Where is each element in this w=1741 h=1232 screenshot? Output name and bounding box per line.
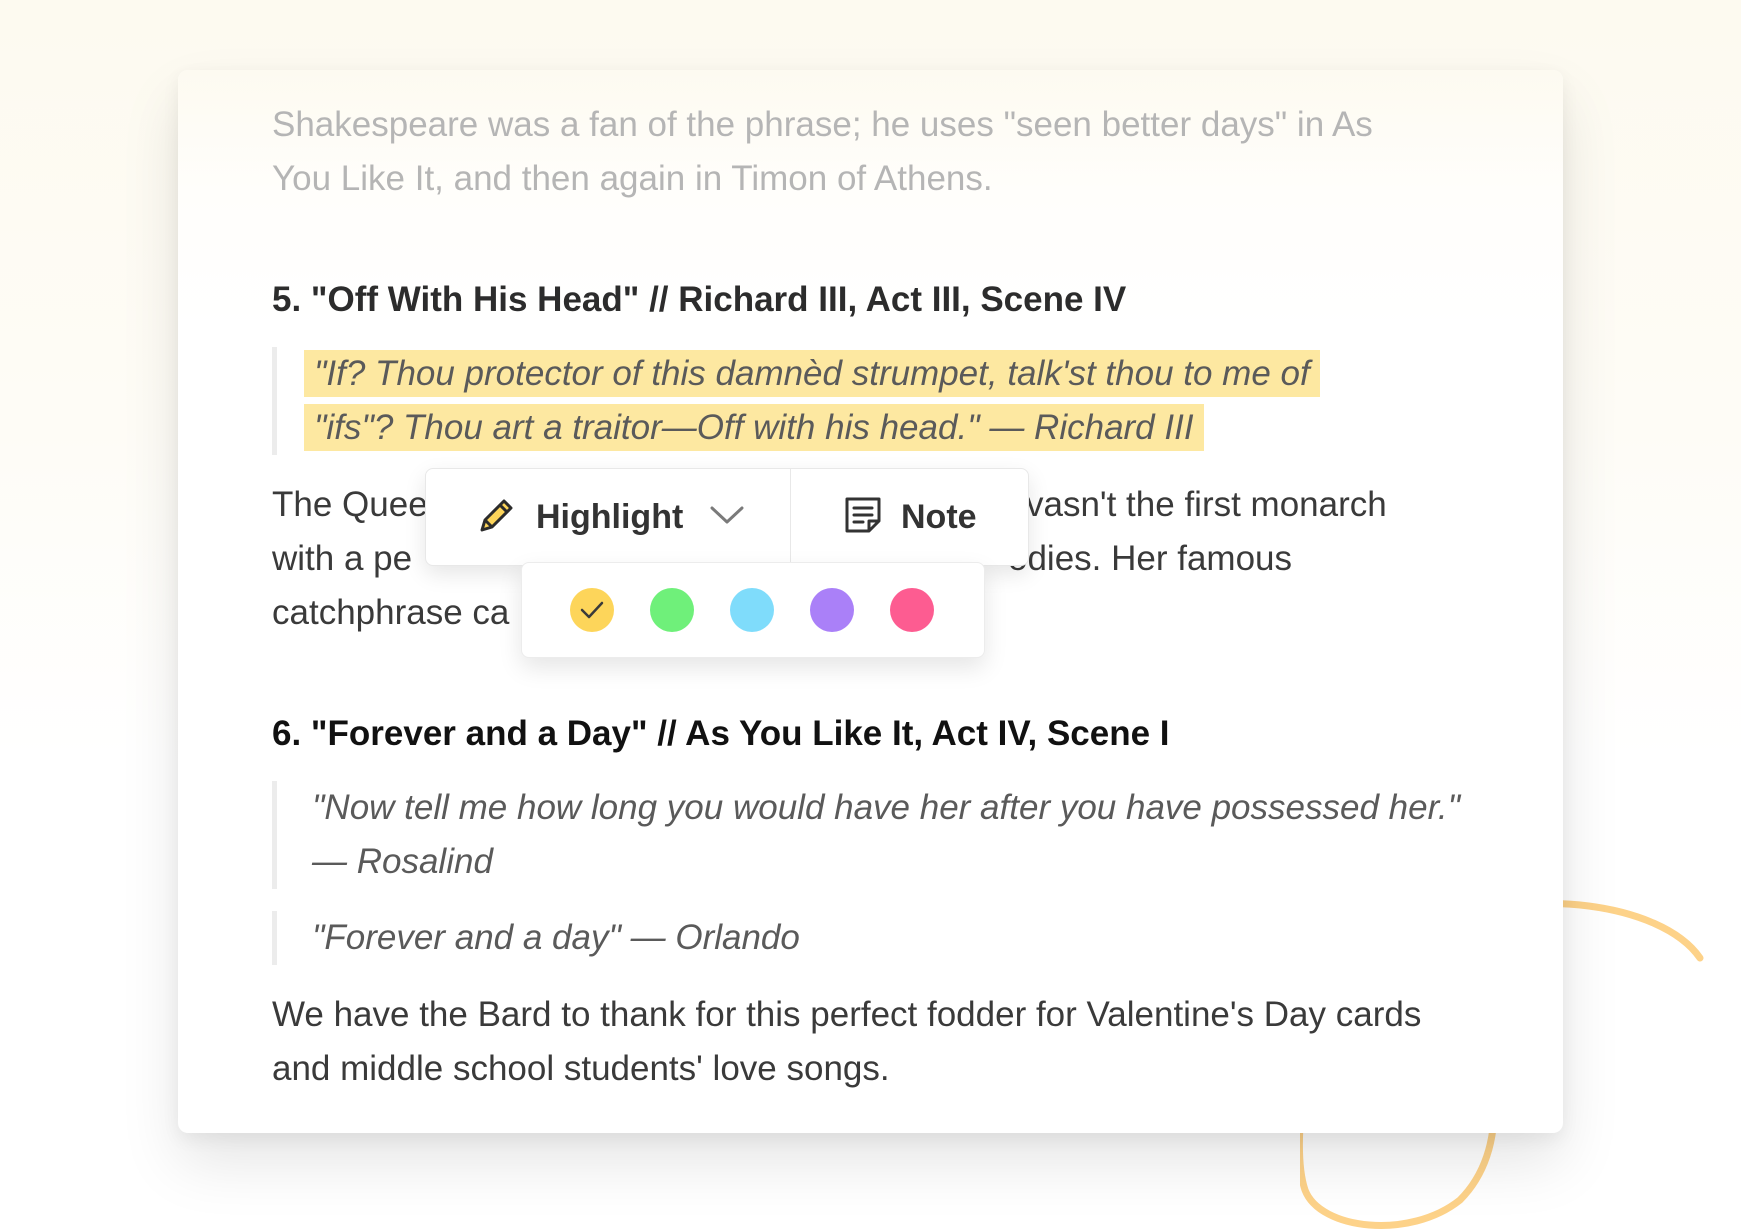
section-6-paragraph: We have the Bard to thank for this perfe… bbox=[272, 995, 1422, 1088]
note-icon bbox=[843, 495, 883, 540]
section-5-paragraph-line3-start: catchphrase ca bbox=[272, 593, 510, 632]
orlando-quote: "Forever and a day" — Orlando bbox=[312, 918, 800, 957]
swatch-yellow[interactable] bbox=[570, 588, 614, 632]
swatch-pink[interactable] bbox=[890, 588, 934, 632]
highlight-button[interactable]: Highlight bbox=[426, 469, 791, 565]
section-6-heading: 6. "Forever and a Day" // As You Like It… bbox=[272, 714, 1170, 753]
swatch-purple[interactable] bbox=[810, 588, 854, 632]
canvas: Shakespeare was a fan of the phrase; he … bbox=[0, 0, 1741, 1232]
color-palette bbox=[521, 562, 985, 658]
section-5-quote: "If? Thou protector of this damnèd strum… bbox=[272, 347, 1320, 455]
highlight-line-1[interactable]: "If? Thou protector of this damnèd strum… bbox=[304, 350, 1320, 397]
pencil-icon bbox=[476, 494, 518, 541]
highlighted-quote[interactable]: "If? Thou protector of this damnèd strum… bbox=[304, 347, 1320, 455]
swatch-blue[interactable] bbox=[730, 588, 774, 632]
check-icon bbox=[580, 601, 604, 619]
intro-paragraph: Shakespeare was a fan of the phrase; he … bbox=[272, 105, 1373, 198]
section-6-quote-2: "Forever and a day" — Orlando bbox=[272, 911, 1472, 965]
section-5-paragraph-line1-end: vasn't the first monarch bbox=[1026, 485, 1387, 524]
highlight-label: Highlight bbox=[536, 497, 684, 536]
section-5-paragraph-line2-end: odies. Her famous bbox=[1008, 539, 1293, 578]
note-button[interactable]: Note bbox=[791, 469, 1028, 565]
highlight-toolbar: Highlight Note bbox=[425, 468, 1029, 566]
rosalind-quote: "Now tell me how long you would have her… bbox=[312, 788, 1461, 881]
swatch-green[interactable] bbox=[650, 588, 694, 632]
section-5-heading: 5. "Off With His Head" // Richard III, A… bbox=[272, 280, 1127, 319]
section-6-quote-1: "Now tell me how long you would have her… bbox=[272, 781, 1472, 889]
chevron-down-icon[interactable] bbox=[709, 504, 745, 531]
highlight-line-2[interactable]: "ifs"? Thou art a traitor—Off with his h… bbox=[304, 404, 1204, 451]
note-label: Note bbox=[901, 497, 977, 536]
